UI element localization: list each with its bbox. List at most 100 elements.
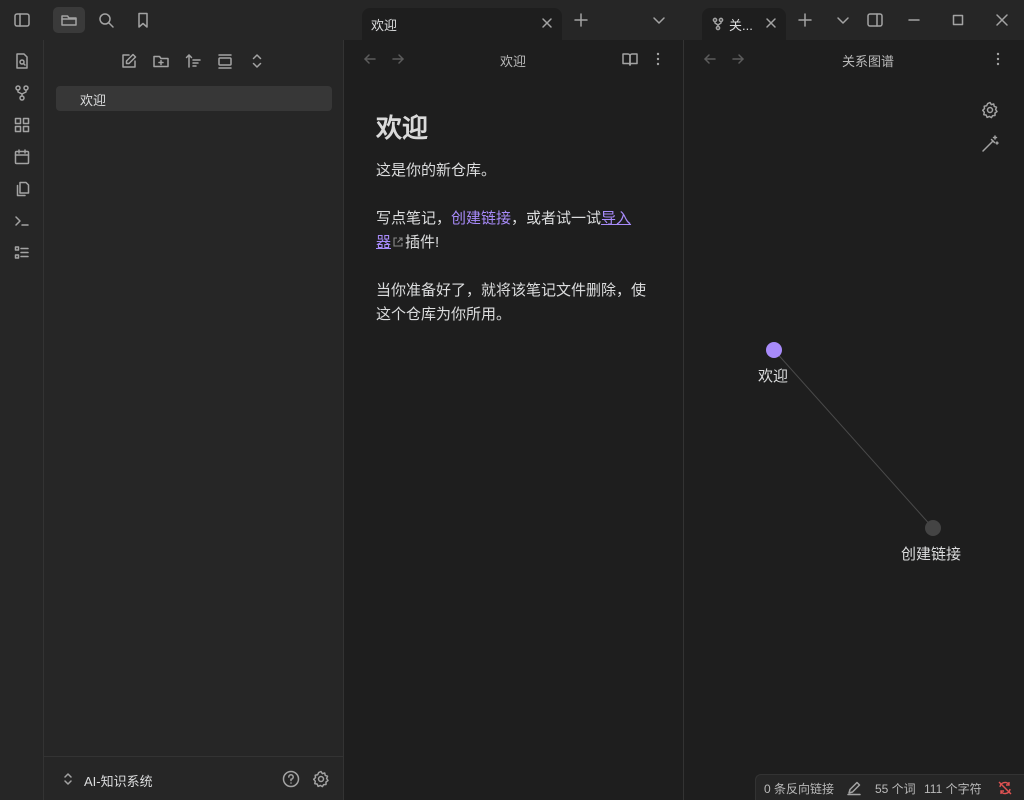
tab-welcome[interactable]: 欢迎: [362, 8, 562, 40]
paragraph-2: 写点笔记，创建链接，或者试一试导入器 插件!: [376, 207, 646, 255]
file-item-label: 欢迎: [80, 93, 107, 108]
bookmark-icon: [138, 12, 148, 28]
close-icon: [996, 14, 1008, 26]
close-icon[interactable]: [764, 16, 778, 30]
help-circle-icon: [282, 770, 300, 788]
tab-label: 关...: [729, 17, 753, 33]
calendar-icon: [14, 149, 30, 165]
terminal-icon: [15, 216, 29, 226]
back-button[interactable]: [362, 51, 378, 67]
graph-node-label: 创建链接: [901, 546, 962, 563]
files-icon: [16, 181, 30, 197]
more-vertical-icon: [656, 52, 660, 66]
tab-list-button[interactable]: [643, 7, 675, 33]
word-count: 55 个词: [875, 782, 916, 796]
folder-plus-icon: [153, 55, 169, 68]
toggle-left-sidebar-button[interactable]: [6, 7, 38, 33]
tab-list-button[interactable]: [827, 7, 859, 33]
external-link-icon: [393, 237, 403, 247]
settings-button[interactable]: [311, 769, 331, 789]
chevrons-up-down-icon: [64, 773, 72, 785]
vault-switcher-button[interactable]: [60, 771, 76, 787]
git-fork-icon: [15, 85, 29, 101]
file-search-icon: [16, 53, 28, 69]
book-open-icon: [622, 53, 638, 66]
chevron-down-icon: [653, 17, 665, 24]
file-explorer-button[interactable]: [53, 7, 85, 33]
editor-pane: 欢迎 欢迎 这是你的新仓库。 写点笔记，创建链接，或者试一试导入器 插件! 当你准…: [344, 40, 684, 800]
canvas-button[interactable]: [10, 113, 34, 137]
maximize-button[interactable]: [944, 7, 972, 33]
graph-view-button[interactable]: [10, 81, 34, 105]
text: ，或者试一试: [511, 210, 602, 227]
text: 插件!: [405, 234, 440, 251]
arrow-right-icon: [392, 54, 404, 64]
maximize-icon: [952, 14, 964, 26]
paragraph-3: 当你准备好了，就将该笔记文件删除，使这个仓库为你所用。: [376, 282, 647, 323]
help-button[interactable]: [281, 769, 301, 789]
arrow-left-icon: [364, 54, 376, 64]
quick-switcher-button[interactable]: [10, 49, 34, 73]
chevrons-up-down-icon: [252, 54, 262, 68]
tab-graph[interactable]: 关...: [702, 8, 786, 40]
chevron-down-icon: [837, 17, 849, 24]
close-window-button[interactable]: [988, 7, 1016, 33]
sidebar-right-icon: [867, 13, 883, 27]
note-content[interactable]: 欢迎 这是你的新仓库。 写点笔记，创建链接，或者试一试导入器 插件! 当你准备好了…: [376, 108, 646, 351]
internal-link-create-link[interactable]: 创建链接: [451, 210, 511, 227]
outline-button[interactable]: [10, 241, 34, 265]
new-tab-button[interactable]: [789, 7, 821, 33]
new-note-button[interactable]: [116, 50, 142, 72]
sort-button[interactable]: [180, 50, 206, 72]
auto-reveal-button[interactable]: [212, 50, 238, 72]
new-folder-button[interactable]: [148, 50, 174, 72]
gallery-icon: [218, 54, 232, 69]
note-heading: 欢迎: [376, 113, 429, 143]
search-icon: [99, 13, 114, 28]
reading-view-button[interactable]: [621, 50, 639, 68]
title-bar: 欢迎 关...: [0, 0, 1024, 40]
vault-switcher-bar: AI-知识系统: [44, 756, 344, 800]
graph-node-welcome[interactable]: [766, 342, 782, 358]
command-palette-button[interactable]: [10, 209, 34, 233]
layout-dashboard-icon: [14, 117, 30, 133]
edit-icon: [122, 53, 137, 68]
minimize-icon: [908, 19, 920, 21]
graph-edge: [773, 349, 934, 529]
forward-button[interactable]: [390, 51, 406, 67]
git-fork-icon: [712, 17, 724, 31]
minimize-button[interactable]: [900, 7, 928, 33]
toggle-right-sidebar-button[interactable]: [859, 7, 891, 33]
graph-pane: 关系图谱 欢迎 创建链接: [684, 40, 1024, 800]
pencil-icon[interactable]: [846, 780, 862, 796]
status-bar: 0 条反向链接 55 个词 111 个字符: [755, 774, 1024, 800]
bookmarks-button[interactable]: [127, 7, 159, 33]
file-item-welcome[interactable]: 欢迎: [56, 86, 332, 111]
vault-name[interactable]: AI-知识系统: [84, 771, 153, 790]
view-title[interactable]: 欢迎: [500, 51, 526, 70]
gear-icon: [312, 770, 329, 788]
plus-icon: [798, 13, 812, 27]
graph-node-label: 欢迎: [758, 368, 789, 385]
tab-label: 欢迎: [371, 17, 398, 33]
graph-canvas[interactable]: [684, 40, 1024, 800]
graph-node-create-link[interactable]: [925, 520, 941, 536]
text: 写点笔记，: [376, 210, 452, 227]
ribbon: [0, 40, 44, 800]
more-options-button[interactable]: [649, 50, 667, 68]
sort-icon: [185, 54, 201, 68]
sync-off-icon[interactable]: [997, 780, 1013, 796]
char-count: 111 个字符: [924, 782, 982, 796]
plus-icon: [574, 13, 588, 27]
close-icon[interactable]: [540, 16, 554, 30]
backlinks-count[interactable]: 0 条反向链接: [764, 780, 834, 797]
folder-icon: [61, 15, 77, 26]
list-icon: [14, 246, 29, 259]
daily-note-button[interactable]: [10, 145, 34, 169]
templates-button[interactable]: [10, 177, 34, 201]
paragraph-1: 这是你的新仓库。: [376, 162, 497, 179]
file-explorer: 欢迎 AI-知识系统: [44, 40, 344, 800]
search-button[interactable]: [90, 7, 122, 33]
new-tab-button[interactable]: [565, 7, 597, 33]
collapse-all-button[interactable]: [244, 50, 270, 72]
